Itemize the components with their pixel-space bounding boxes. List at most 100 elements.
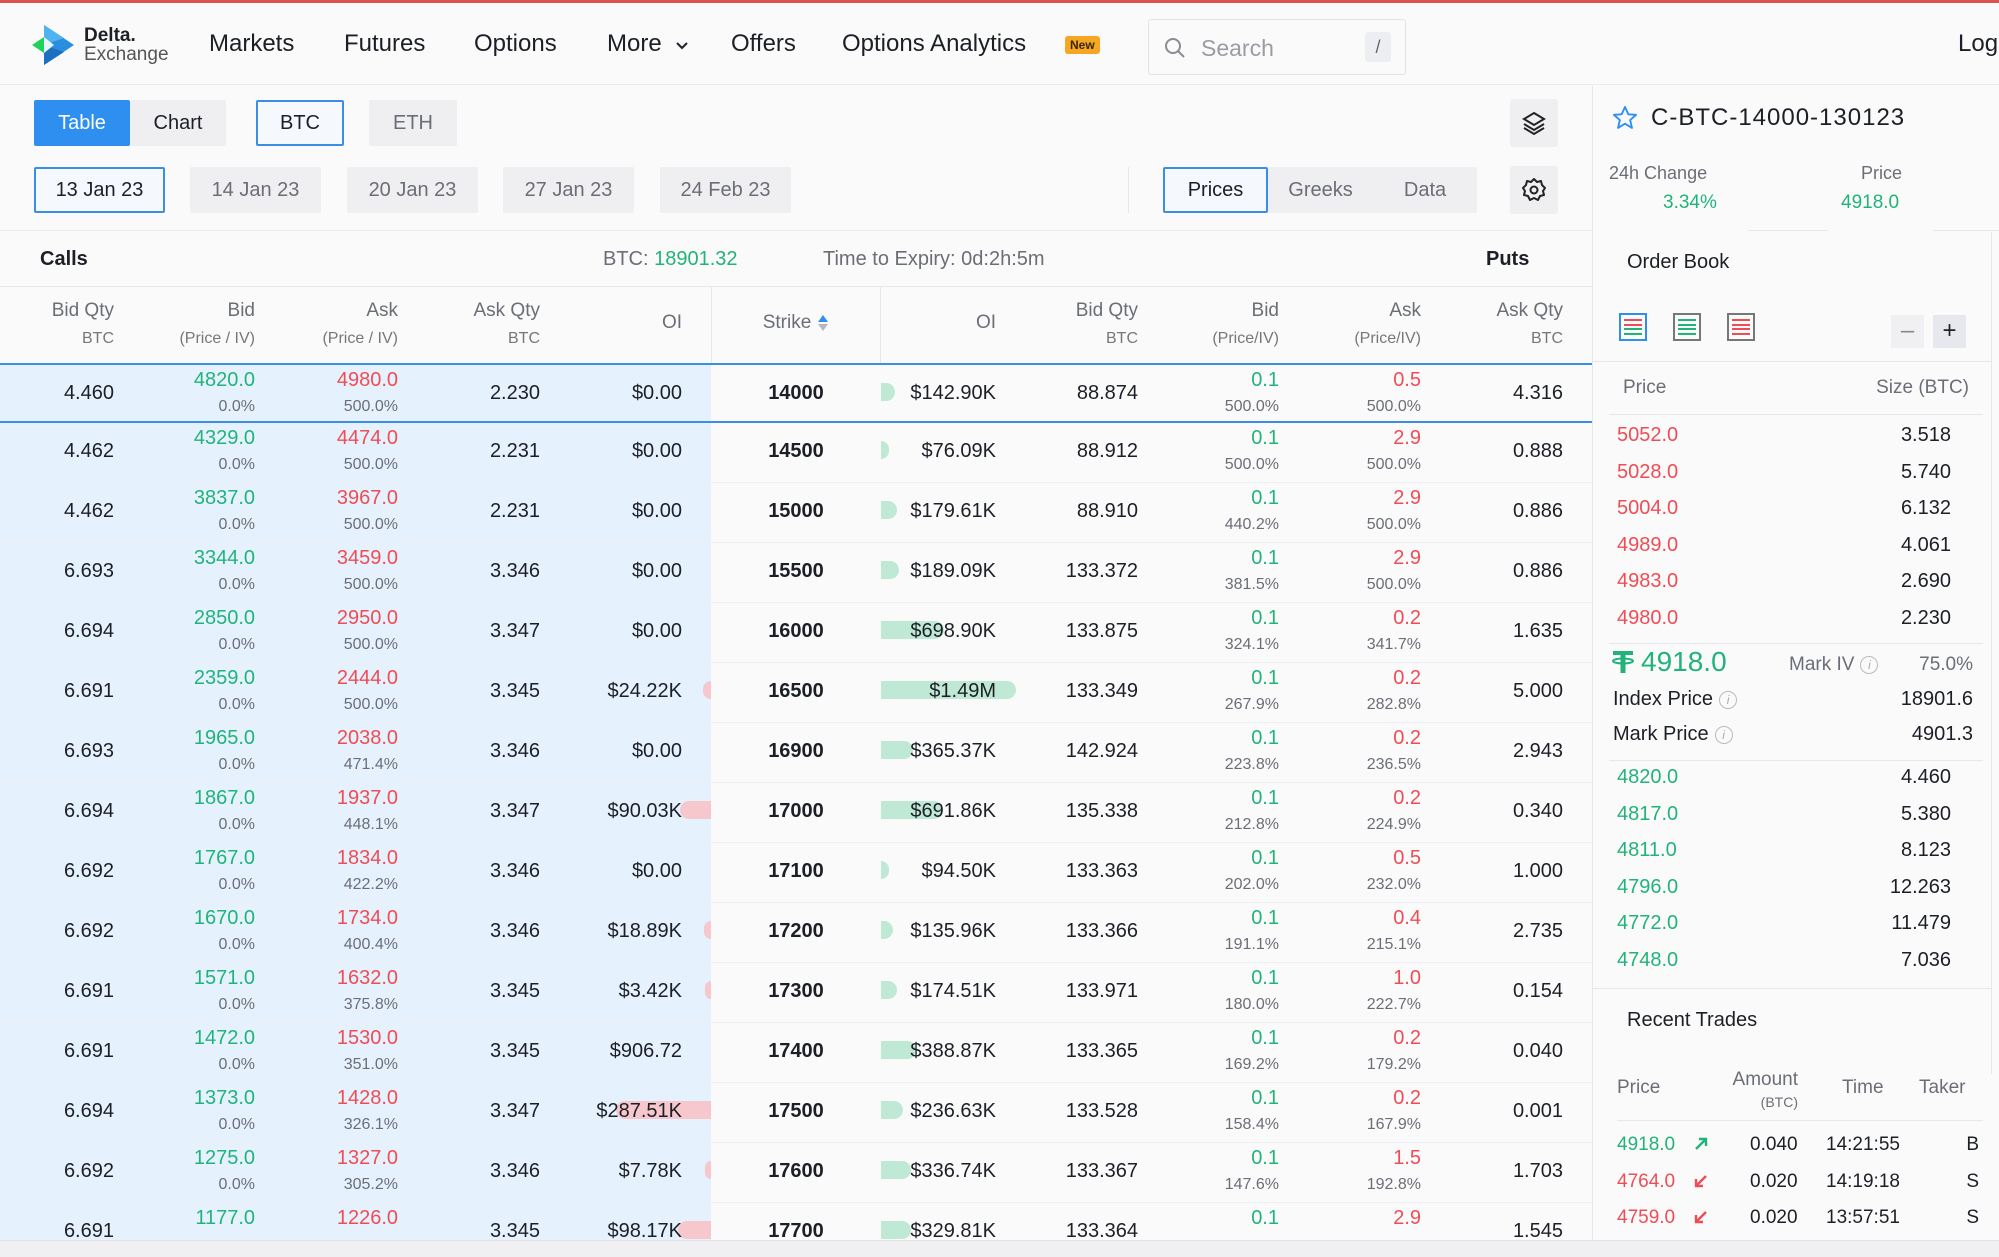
ask-level[interactable]: 5028.0 5.740 (1593, 461, 1991, 493)
put-oi: $691.86K (910, 800, 996, 822)
asset-btc[interactable]: BTC (256, 100, 344, 146)
ask-level[interactable]: 5004.0 6.132 (1593, 497, 1991, 529)
strike-price[interactable]: 17500 (712, 1100, 880, 1123)
calls-col-header[interactable]: Bid Qty BTC (0, 300, 114, 348)
calls-col-header[interactable]: Ask (Price / IV) (258, 300, 398, 348)
mode-data[interactable]: Data (1373, 167, 1477, 213)
table-row[interactable]: 6.694 1373.0 0.0% 1428.0 326.1% 3.347 $287.51K… (0, 1083, 1592, 1143)
put-bid-qty: 135.338 (1065, 800, 1138, 822)
tab-chart[interactable]: Chart (130, 100, 226, 146)
puts-col-header[interactable]: Ask (Price/IV) (1281, 300, 1421, 348)
table-row[interactable]: 6.693 3344.0 0.0% 3459.0 500.0% 3.346 $0.00 155… (0, 543, 1592, 603)
put-ask-qty: 0.001 (1512, 1100, 1563, 1122)
strike-price[interactable]: 14500 (712, 440, 880, 463)
calls-col-header[interactable]: Bid (Price / IV) (115, 300, 255, 348)
layers-button[interactable] (1510, 99, 1558, 147)
table-row[interactable]: 4.462 3837.0 0.0% 3967.0 500.0% 2.231 $0.00 150… (0, 483, 1592, 543)
decrease-grouping-button[interactable]: – (1891, 315, 1924, 348)
ask-level[interactable]: 4980.0 2.230 (1593, 607, 1991, 639)
calls-col-header[interactable]: OI (542, 312, 682, 334)
strike-col-header[interactable]: Strike (712, 312, 880, 334)
strike-price[interactable]: 17200 (712, 920, 880, 943)
call-oi: $287.51K (596, 1100, 682, 1122)
nav-futures[interactable]: Futures (344, 30, 425, 58)
bid-level[interactable]: 4796.0 12.263 (1593, 876, 1991, 908)
table-row[interactable]: 6.692 1275.0 0.0% 1327.0 305.2% 3.346 $7.78K 17… (0, 1143, 1592, 1203)
strike-price[interactable]: 17000 (712, 800, 880, 823)
orderbook-bids-icon[interactable] (1673, 313, 1701, 341)
table-row[interactable]: 6.694 1867.0 0.0% 1937.0 448.1% 3.347 $90.03K 1… (0, 783, 1592, 843)
expiry-20-jan-23[interactable]: 20 Jan 23 (347, 167, 478, 213)
call-bid-iv: 0.0% (218, 576, 255, 593)
put-ask-price: 0.4 (1393, 907, 1421, 929)
tab-table[interactable]: Table (34, 100, 130, 146)
strike-price[interactable]: 16000 (712, 620, 880, 643)
table-row[interactable]: 6.694 2850.0 0.0% 2950.0 500.0% 3.347 $0.00 160… (0, 603, 1592, 663)
nav-options-analytics[interactable]: Options Analytics (842, 30, 1026, 58)
info-icon[interactable]: i (1714, 725, 1733, 744)
expiry-13-jan-23[interactable]: 13 Jan 23 (34, 167, 165, 213)
strike-price[interactable]: 17100 (712, 860, 880, 883)
puts-col-header[interactable]: Ask Qty BTC (1423, 300, 1563, 348)
search-box[interactable]: Search / (1148, 19, 1406, 75)
puts-col-header[interactable]: OI (856, 312, 996, 334)
strike-price[interactable]: 17700 (712, 1220, 880, 1240)
table-row[interactable]: 6.691 1177.0 1226.0 3.345 $98.17K 17700 $329.8… (0, 1203, 1592, 1240)
put-oi: $336.74K (910, 1160, 996, 1182)
bid-level[interactable]: 4811.0 8.123 (1593, 839, 1991, 871)
info-icon[interactable]: i (1719, 690, 1738, 709)
put-oi-bar (881, 741, 913, 759)
asset-eth[interactable]: ETH (369, 100, 457, 146)
strike-price[interactable]: 16500 (712, 680, 880, 703)
orderbook-both-icon[interactable] (1619, 313, 1647, 341)
btc-price-label: BTC: (603, 248, 649, 270)
strike-price[interactable]: 17400 (712, 1040, 880, 1063)
call-ask-iv: 326.1% (343, 1116, 398, 1133)
puts-col-header[interactable]: Bid Qty BTC (998, 300, 1138, 348)
put-ask-iv: 192.8% (1366, 1176, 1421, 1193)
orderbook-asks-icon[interactable] (1727, 313, 1755, 341)
brand-logo[interactable]: Delta. Exchange (30, 21, 170, 69)
strike-price[interactable]: 15000 (712, 500, 880, 523)
nav-more[interactable]: More (607, 30, 690, 58)
trade-amount: 0.040 (1750, 1134, 1798, 1155)
bid-level[interactable]: 4817.0 5.380 (1593, 803, 1991, 835)
strike-price[interactable]: 15500 (712, 560, 880, 583)
mode-prices[interactable]: Prices (1163, 167, 1268, 213)
table-row[interactable]: 6.691 2359.0 0.0% 2444.0 500.0% 3.345 $24.22K 1… (0, 663, 1592, 723)
expiry-14-jan-23[interactable]: 14 Jan 23 (190, 167, 321, 213)
settings-button[interactable] (1510, 166, 1558, 214)
expiry-27-jan-23[interactable]: 27 Jan 23 (503, 167, 634, 213)
increase-grouping-button[interactable]: + (1933, 315, 1966, 348)
table-row[interactable]: 4.460 4820.0 0.0% 4980.0 500.0% 2.230 $0.00 140… (0, 363, 1592, 423)
ask-level[interactable]: 4989.0 4.061 (1593, 534, 1991, 566)
ask-level[interactable]: 4983.0 2.690 (1593, 570, 1991, 602)
login-link[interactable]: Log (1958, 30, 1998, 58)
call-bid-price: 4820.0 (193, 369, 255, 391)
calls-col-header[interactable]: Ask Qty BTC (400, 300, 540, 348)
table-row[interactable]: 6.692 1670.0 0.0% 1734.0 400.4% 3.346 $18.89K 1… (0, 903, 1592, 963)
puts-col-header[interactable]: Bid (Price/IV) (1139, 300, 1279, 348)
table-row[interactable]: 6.692 1767.0 0.0% 1834.0 422.2% 3.346 $0.00 171… (0, 843, 1592, 903)
strike-price[interactable]: 17300 (712, 980, 880, 1003)
bid-level[interactable]: 4820.0 4.460 (1593, 766, 1991, 798)
bid-level[interactable]: 4748.0 7.036 (1593, 949, 1991, 981)
ask-level[interactable]: 5052.0 3.518 (1593, 424, 1991, 456)
table-row[interactable]: 6.691 1571.0 0.0% 1632.0 375.8% 3.345 $3.42K 17… (0, 963, 1592, 1023)
info-icon[interactable]: i (1860, 655, 1879, 674)
strike-price[interactable]: 17600 (712, 1160, 880, 1183)
strike-price[interactable]: 16900 (712, 740, 880, 763)
search-icon (1165, 38, 1185, 58)
strike-price[interactable]: 14000 (712, 382, 880, 405)
table-row[interactable]: 4.462 4329.0 0.0% 4474.0 500.0% 2.231 $0.00 145… (0, 423, 1592, 483)
star-icon[interactable] (1611, 104, 1639, 132)
nav-markets[interactable]: Markets (209, 30, 294, 58)
nav-options[interactable]: Options (474, 30, 557, 58)
call-oi: $0.00 (631, 740, 682, 762)
nav-offers[interactable]: Offers (731, 30, 796, 58)
table-row[interactable]: 6.691 1472.0 0.0% 1530.0 351.0% 3.345 $906.72 1… (0, 1023, 1592, 1083)
expiry-24-feb-23[interactable]: 24 Feb 23 (660, 167, 791, 213)
mode-greeks[interactable]: Greeks (1268, 167, 1373, 213)
table-row[interactable]: 6.693 1965.0 0.0% 2038.0 471.4% 3.346 $0.00 169… (0, 723, 1592, 783)
bid-level[interactable]: 4772.0 11.479 (1593, 912, 1991, 944)
